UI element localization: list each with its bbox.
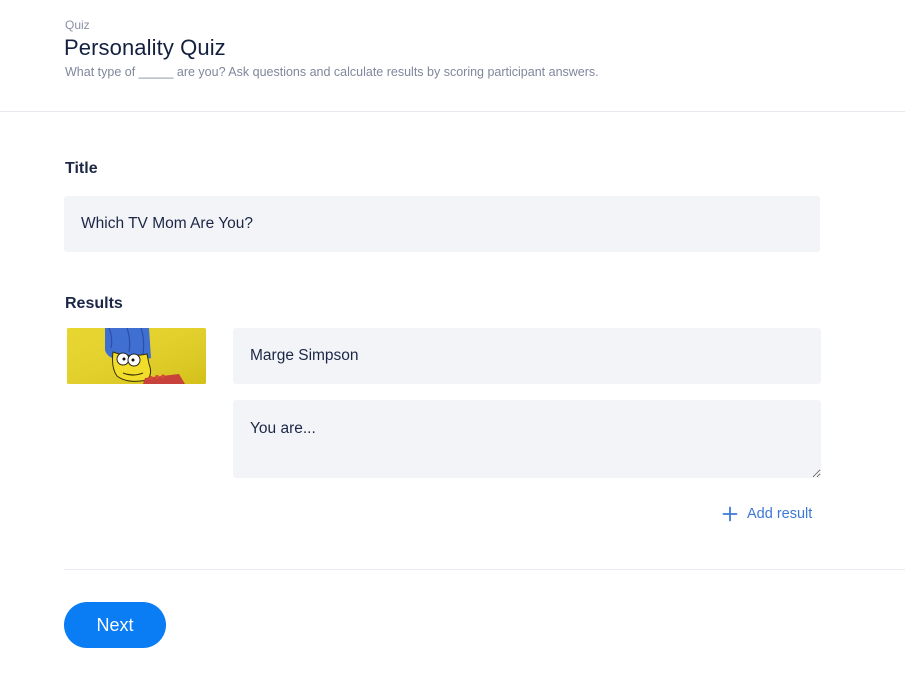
add-result-label: Add result — [747, 506, 813, 522]
page-subtitle: What type of _____ are you? Ask question… — [65, 65, 599, 79]
result-image[interactable] — [67, 328, 206, 384]
title-input[interactable] — [64, 196, 820, 252]
marge-simpson-image — [67, 328, 206, 384]
next-button[interactable]: Next — [64, 602, 166, 648]
footer-divider — [64, 569, 905, 570]
title-label: Title — [65, 160, 98, 177]
page-eyebrow: Quiz — [65, 18, 90, 32]
results-label: Results — [65, 295, 123, 312]
add-result-button[interactable]: Add result — [722, 503, 812, 525]
result-name-input[interactable] — [233, 328, 821, 384]
page-title: Personality Quiz — [64, 35, 226, 60]
result-description-textarea[interactable]: You are... — [233, 400, 821, 478]
page-header: Quiz Personality Quiz What type of _____… — [0, 0, 905, 112]
plus-icon — [722, 506, 738, 522]
